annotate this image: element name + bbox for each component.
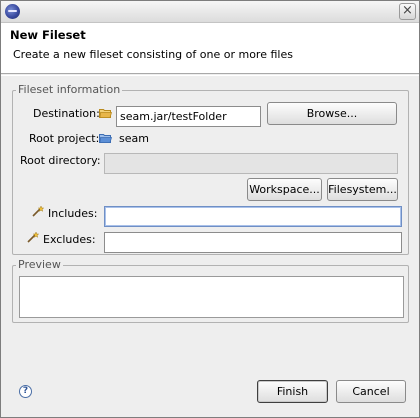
eclipse-icon bbox=[5, 4, 20, 19]
close-button[interactable]: × bbox=[399, 3, 416, 20]
destination-field[interactable] bbox=[116, 106, 261, 127]
group-label: Preview bbox=[16, 258, 63, 271]
filesystem-button[interactable]: Filesystem... bbox=[327, 178, 398, 201]
wildcard-icon bbox=[27, 231, 40, 243]
page-title: New Fileset bbox=[10, 28, 86, 42]
preview-area bbox=[19, 276, 404, 318]
workspace-button[interactable]: Workspace... bbox=[247, 178, 322, 201]
folder-icon bbox=[99, 109, 112, 118]
root-project-label: Root project: bbox=[29, 132, 100, 145]
wildcard-icon bbox=[32, 205, 45, 217]
includes-label: Includes: bbox=[48, 207, 98, 220]
destination-label: Destination: bbox=[33, 107, 100, 120]
root-directory-label: Root directory: bbox=[20, 154, 101, 167]
header-separator bbox=[1, 75, 419, 76]
finish-button[interactable]: Finish bbox=[257, 380, 328, 403]
excludes-field[interactable] bbox=[104, 232, 402, 253]
title-bar: × bbox=[1, 1, 419, 23]
excludes-label: Excludes: bbox=[43, 233, 96, 246]
includes-field[interactable] bbox=[104, 206, 402, 227]
root-project-value: seam bbox=[119, 132, 149, 145]
help-icon[interactable]: ? bbox=[19, 385, 32, 398]
close-icon: × bbox=[402, 3, 413, 18]
header-banner: New Fileset Create a new fileset consist… bbox=[1, 23, 419, 74]
root-directory-field[interactable] bbox=[104, 153, 398, 174]
group-label: Fileset information bbox=[16, 83, 123, 96]
browse-button[interactable]: Browse... bbox=[267, 102, 397, 125]
project-folder-icon bbox=[99, 134, 112, 143]
cancel-button[interactable]: Cancel bbox=[336, 380, 406, 403]
dialog-window: × New Fileset Create a new fileset consi… bbox=[0, 0, 420, 418]
page-description: Create a new fileset consisting of one o… bbox=[13, 48, 293, 61]
